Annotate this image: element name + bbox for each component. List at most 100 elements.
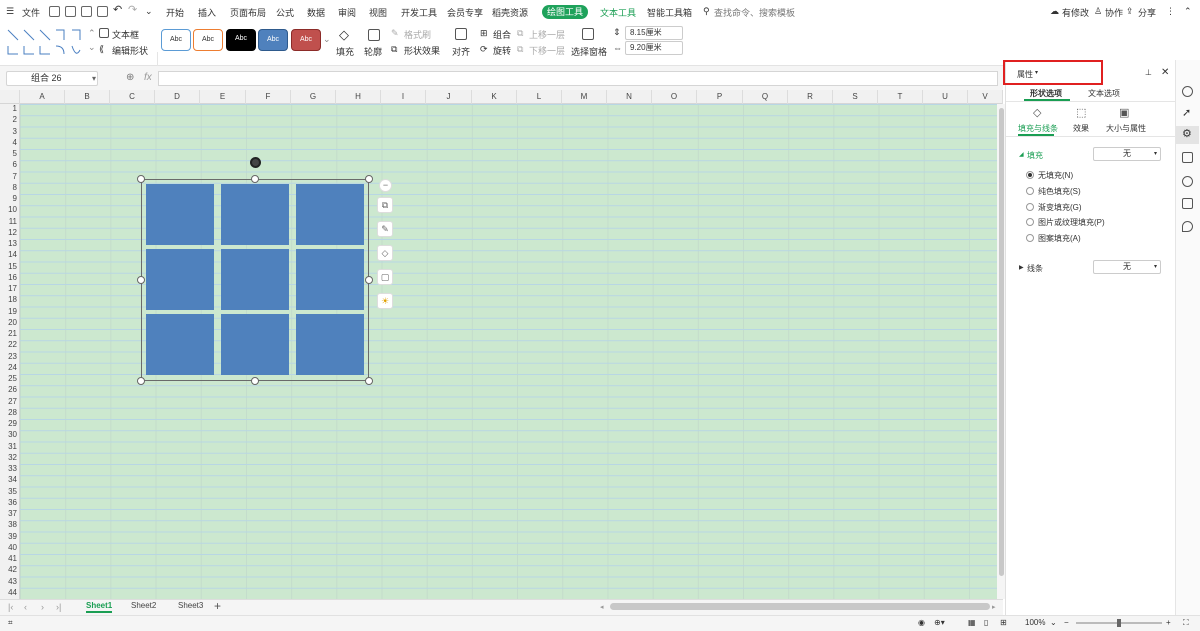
column-header-cell[interactable]: U bbox=[923, 90, 968, 104]
row-header-cell[interactable]: 18 bbox=[0, 295, 19, 304]
radio-picture-fill[interactable] bbox=[1026, 218, 1034, 226]
export-icon[interactable] bbox=[65, 6, 76, 17]
square-shape[interactable] bbox=[146, 249, 214, 310]
next-sheet-icon[interactable]: › bbox=[41, 602, 44, 612]
redo-icon[interactable]: ↷ bbox=[128, 3, 137, 16]
tab-developer[interactable]: 开发工具 bbox=[401, 6, 437, 19]
height-input[interactable]: 8.15厘米 bbox=[625, 26, 683, 40]
zoom-formula-icon[interactable]: ⊕ bbox=[126, 72, 134, 83]
resize-handle[interactable] bbox=[137, 175, 145, 183]
line-expand-icon[interactable]: ▶ bbox=[1019, 264, 1024, 271]
row-header-cell[interactable]: 3 bbox=[0, 127, 19, 136]
row-header-cell[interactable]: 11 bbox=[0, 217, 19, 226]
tab-member[interactable]: 会员专享 bbox=[447, 6, 483, 19]
tab-text-options[interactable]: 文本选项 bbox=[1088, 88, 1120, 99]
last-sheet-icon[interactable]: ›| bbox=[56, 602, 61, 612]
row-header-cell[interactable]: 12 bbox=[0, 228, 19, 237]
option-gradient-fill[interactable]: 渐变填充(G) bbox=[1038, 202, 1082, 213]
first-sheet-icon[interactable]: |‹ bbox=[8, 602, 13, 612]
page-break-view-icon[interactable]: ⊞ bbox=[1000, 618, 1007, 627]
fill-bucket-icon[interactable]: ◇ bbox=[377, 245, 393, 261]
shape-effects-button[interactable]: 形状效果 bbox=[404, 44, 440, 57]
column-header-cell[interactable]: T bbox=[878, 90, 923, 104]
row-header-cell[interactable]: 35 bbox=[0, 487, 19, 496]
fullscreen-icon[interactable]: ⛶ bbox=[1183, 618, 1189, 628]
styles-more-icon[interactable]: ⌄ bbox=[323, 34, 331, 45]
column-header-cell[interactable]: F bbox=[246, 90, 291, 104]
tab-view[interactable]: 视图 bbox=[369, 6, 387, 19]
tab-data[interactable]: 数据 bbox=[307, 6, 325, 19]
view-mode-icon[interactable]: ⊕▾ bbox=[934, 618, 945, 627]
tab-insert[interactable]: 插入 bbox=[198, 6, 216, 19]
row-header-cell[interactable]: 9 bbox=[0, 194, 19, 203]
row-header-cell[interactable]: 5 bbox=[0, 149, 19, 158]
scroll-right-icon[interactable]: ▸ bbox=[992, 603, 996, 611]
radio-no-fill[interactable] bbox=[1026, 171, 1034, 179]
tab-formulas[interactable]: 公式 bbox=[276, 6, 294, 19]
row-header-cell[interactable]: 1 bbox=[0, 104, 19, 113]
sheet-tab-2[interactable]: Sheet2 bbox=[131, 601, 156, 610]
square-shape[interactable] bbox=[296, 184, 364, 245]
resize-handle[interactable] bbox=[251, 175, 259, 183]
zoom-slider-knob[interactable] bbox=[1117, 619, 1121, 627]
style-icon[interactable] bbox=[1182, 86, 1193, 97]
image-icon[interactable] bbox=[1182, 198, 1193, 209]
undo-icon[interactable]: ↶ bbox=[113, 3, 122, 16]
column-header-cell[interactable]: J bbox=[426, 90, 472, 104]
layout-icon[interactable]: ▢ bbox=[377, 269, 393, 285]
fx-icon[interactable]: fx bbox=[144, 72, 152, 83]
style-preset-outline-orange[interactable]: Abc bbox=[193, 29, 223, 51]
square-shape[interactable] bbox=[296, 314, 364, 375]
square-shape[interactable] bbox=[296, 249, 364, 310]
share-button[interactable]: 分享 bbox=[1138, 6, 1156, 19]
collapse-ribbon-icon[interactable]: ⌃ bbox=[1184, 6, 1192, 17]
location-icon[interactable] bbox=[1182, 221, 1193, 232]
collaborate-button[interactable]: 协作 bbox=[1105, 6, 1123, 19]
row-header-cell[interactable]: 29 bbox=[0, 419, 19, 428]
print-icon[interactable] bbox=[81, 6, 92, 17]
row-header-cell[interactable]: 15 bbox=[0, 262, 19, 271]
resize-handle[interactable] bbox=[365, 276, 373, 284]
zoom-in-icon[interactable]: + bbox=[1166, 618, 1171, 627]
rotate-handle[interactable] bbox=[250, 157, 261, 168]
column-header-cell[interactable]: P bbox=[697, 90, 743, 104]
row-header-cell[interactable]: 16 bbox=[0, 273, 19, 282]
gallery-expand-icon[interactable]: ⌄ bbox=[88, 42, 96, 53]
command-search[interactable]: 查找命令、搜索模板 bbox=[714, 6, 795, 19]
tab-drawing-tools[interactable]: 绘图工具 bbox=[542, 5, 588, 19]
row-header-cell[interactable]: 24 bbox=[0, 363, 19, 372]
tab-page-layout[interactable]: 页面布局 bbox=[230, 6, 266, 19]
column-header-cell[interactable]: S bbox=[833, 90, 878, 104]
column-header-cell[interactable]: M bbox=[562, 90, 607, 104]
menu-icon[interactable]: ☰ bbox=[6, 6, 14, 17]
fill-button[interactable]: 填充 bbox=[336, 45, 354, 58]
row-header-cell[interactable]: 10 bbox=[0, 205, 19, 214]
row-header-cell[interactable]: 27 bbox=[0, 397, 19, 406]
row-header-cell[interactable]: 39 bbox=[0, 532, 19, 541]
row-header-cell[interactable]: 25 bbox=[0, 374, 19, 383]
row-header-cell[interactable]: 13 bbox=[0, 239, 19, 248]
tab-text-tools[interactable]: 文本工具 bbox=[600, 6, 636, 19]
option-solid-fill[interactable]: 纯色填充(S) bbox=[1038, 186, 1081, 197]
subtab-size-properties[interactable]: 大小与属性 bbox=[1106, 123, 1146, 134]
column-header-cell[interactable]: O bbox=[652, 90, 697, 104]
fill-dropdown-icon[interactable]: ▾ bbox=[1154, 150, 1157, 157]
textbox-button[interactable]: 文本框 bbox=[112, 28, 139, 41]
fill-section-label[interactable]: 填充 bbox=[1027, 150, 1043, 161]
name-box-dropdown-icon[interactable]: ▾ bbox=[92, 74, 96, 83]
vertical-scrollbar-thumb[interactable] bbox=[999, 108, 1004, 576]
zoom-level[interactable]: 100% bbox=[1025, 618, 1045, 627]
column-header-cell[interactable]: R bbox=[788, 90, 833, 104]
row-header-cell[interactable]: 21 bbox=[0, 329, 19, 338]
option-pattern-fill[interactable]: 图案填充(A) bbox=[1038, 233, 1081, 244]
shape-style-icon[interactable]: ⧉ bbox=[377, 197, 393, 213]
bring-forward-button[interactable]: 上移一层 bbox=[529, 28, 565, 41]
gallery-scroll-icon[interactable]: ⌃ bbox=[88, 28, 96, 39]
column-header-cell[interactable]: K bbox=[472, 90, 517, 104]
row-header-cell[interactable]: 23 bbox=[0, 352, 19, 361]
style-preset-black[interactable]: Abc bbox=[226, 29, 256, 51]
select-cursor-icon[interactable]: ➚ bbox=[1182, 108, 1193, 119]
tab-home[interactable]: 开始 bbox=[166, 6, 184, 19]
line-section-label[interactable]: 线条 bbox=[1027, 263, 1043, 274]
column-header-cell[interactable]: A bbox=[20, 90, 65, 104]
